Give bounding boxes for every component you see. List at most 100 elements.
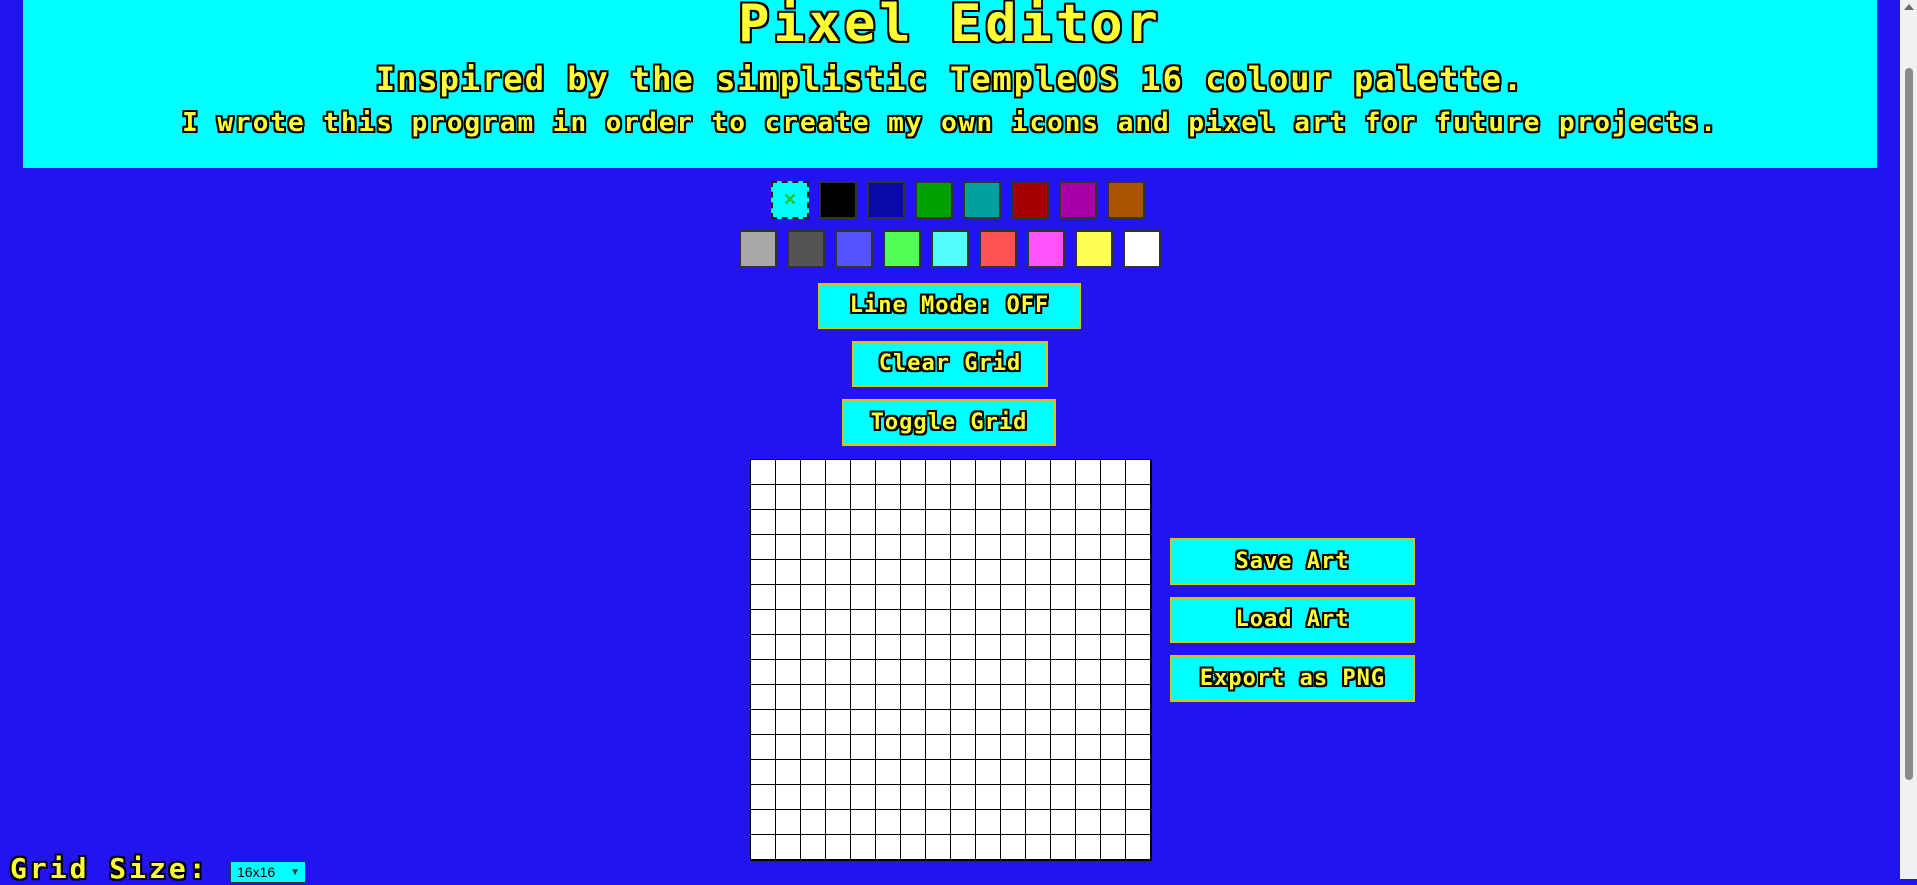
color-swatch[interactable] [739, 230, 777, 268]
grid-cell[interactable] [801, 460, 826, 485]
grid-cell[interactable] [1101, 535, 1126, 560]
grid-cell[interactable] [826, 710, 851, 735]
color-swatch[interactable] [787, 230, 825, 268]
grid-cell[interactable] [801, 785, 826, 810]
page-scrollbar[interactable] [1900, 0, 1917, 879]
grid-cell[interactable] [851, 485, 876, 510]
grid-cell[interactable] [1126, 810, 1151, 835]
grid-cell[interactable] [926, 810, 951, 835]
grid-cell[interactable] [1051, 785, 1076, 810]
grid-cell[interactable] [1126, 635, 1151, 660]
grid-cell[interactable] [1051, 735, 1076, 760]
grid-cell[interactable] [876, 585, 901, 610]
grid-cell[interactable] [776, 760, 801, 785]
grid-cell[interactable] [926, 760, 951, 785]
grid-cell[interactable] [951, 535, 976, 560]
clear-grid-button[interactable]: Clear Grid [852, 341, 1048, 387]
grid-cell[interactable] [1026, 810, 1051, 835]
grid-cell[interactable] [826, 685, 851, 710]
grid-cell[interactable] [1051, 660, 1076, 685]
grid-cell[interactable] [876, 760, 901, 785]
grid-cell[interactable] [876, 685, 901, 710]
grid-cell[interactable] [1001, 560, 1026, 585]
grid-cell[interactable] [976, 735, 1001, 760]
eraser-swatch[interactable]: × [771, 181, 809, 219]
grid-cell[interactable] [776, 635, 801, 660]
grid-cell[interactable] [1076, 760, 1101, 785]
scroll-up-arrow-icon[interactable] [1904, 4, 1914, 10]
grid-cell[interactable] [801, 635, 826, 660]
grid-size-select[interactable]: 16x16 ▼ [230, 861, 306, 883]
grid-cell[interactable] [1076, 710, 1101, 735]
color-swatch[interactable] [1011, 181, 1049, 219]
grid-cell[interactable] [926, 710, 951, 735]
grid-cell[interactable] [1001, 810, 1026, 835]
grid-cell[interactable] [801, 535, 826, 560]
grid-cell[interactable] [751, 485, 776, 510]
grid-cell[interactable] [776, 610, 801, 635]
grid-cell[interactable] [1001, 585, 1026, 610]
grid-cell[interactable] [751, 585, 776, 610]
grid-cell[interactable] [876, 835, 901, 860]
grid-cell[interactable] [801, 660, 826, 685]
grid-cell[interactable] [1076, 835, 1101, 860]
grid-cell[interactable] [951, 760, 976, 785]
grid-cell[interactable] [851, 785, 876, 810]
grid-cell[interactable] [826, 535, 851, 560]
grid-cell[interactable] [776, 735, 801, 760]
grid-cell[interactable] [1126, 735, 1151, 760]
grid-cell[interactable] [901, 835, 926, 860]
grid-cell[interactable] [1126, 760, 1151, 785]
grid-cell[interactable] [851, 685, 876, 710]
grid-cell[interactable] [801, 835, 826, 860]
grid-cell[interactable] [1051, 585, 1076, 610]
grid-cell[interactable] [976, 610, 1001, 635]
grid-cell[interactable] [1051, 760, 1076, 785]
grid-cell[interactable] [751, 785, 776, 810]
grid-cell[interactable] [1126, 535, 1151, 560]
grid-cell[interactable] [751, 560, 776, 585]
grid-cell[interactable] [751, 810, 776, 835]
grid-cell[interactable] [926, 460, 951, 485]
grid-cell[interactable] [1126, 460, 1151, 485]
grid-cell[interactable] [1126, 785, 1151, 810]
grid-cell[interactable] [851, 535, 876, 560]
grid-cell[interactable] [1001, 660, 1026, 685]
grid-cell[interactable] [976, 710, 1001, 735]
grid-cell[interactable] [901, 660, 926, 685]
grid-cell[interactable] [801, 510, 826, 535]
grid-cell[interactable] [976, 460, 1001, 485]
grid-cell[interactable] [976, 785, 1001, 810]
grid-cell[interactable] [1126, 510, 1151, 535]
grid-cell[interactable] [1101, 560, 1126, 585]
grid-cell[interactable] [1026, 510, 1051, 535]
grid-cell[interactable] [826, 560, 851, 585]
grid-cell[interactable] [951, 635, 976, 660]
grid-cell[interactable] [776, 710, 801, 735]
grid-cell[interactable] [1101, 710, 1126, 735]
grid-cell[interactable] [951, 585, 976, 610]
grid-cell[interactable] [876, 510, 901, 535]
grid-cell[interactable] [1026, 460, 1051, 485]
grid-cell[interactable] [1026, 710, 1051, 735]
grid-cell[interactable] [801, 610, 826, 635]
grid-cell[interactable] [926, 835, 951, 860]
grid-cell[interactable] [926, 585, 951, 610]
grid-cell[interactable] [1076, 735, 1101, 760]
grid-cell[interactable] [1026, 735, 1051, 760]
grid-cell[interactable] [1126, 585, 1151, 610]
grid-cell[interactable] [1051, 810, 1076, 835]
grid-cell[interactable] [826, 610, 851, 635]
grid-cell[interactable] [1076, 585, 1101, 610]
grid-cell[interactable] [1101, 485, 1126, 510]
grid-cell[interactable] [826, 735, 851, 760]
grid-cell[interactable] [751, 510, 776, 535]
grid-cell[interactable] [951, 785, 976, 810]
color-swatch[interactable] [819, 181, 857, 219]
grid-cell[interactable] [876, 660, 901, 685]
grid-cell[interactable] [776, 460, 801, 485]
grid-cell[interactable] [801, 735, 826, 760]
grid-cell[interactable] [1026, 660, 1051, 685]
grid-cell[interactable] [1076, 785, 1101, 810]
grid-cell[interactable] [751, 760, 776, 785]
